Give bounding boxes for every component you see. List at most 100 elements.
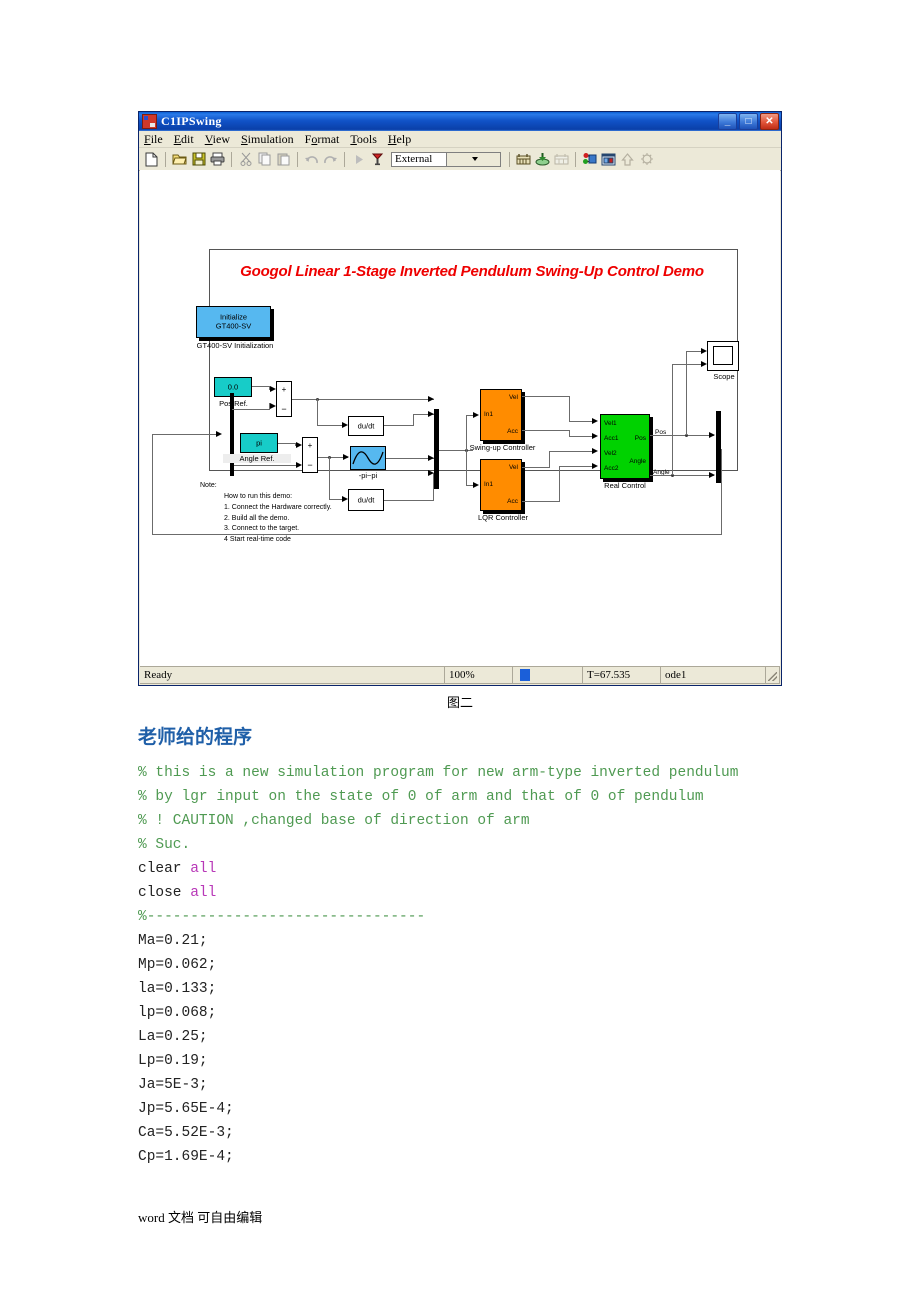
block-sum-angle[interactable]: + − xyxy=(302,437,318,473)
block-angle-ref[interactable]: pi xyxy=(240,433,278,453)
arrow xyxy=(342,496,348,502)
update-diagram-icon[interactable] xyxy=(515,151,532,168)
note-subheading: How to run this demo: xyxy=(224,492,293,500)
wire-seg xyxy=(549,451,550,468)
block-angle-ref-value: pi xyxy=(256,438,262,448)
stop-simulation-icon[interactable] xyxy=(369,151,386,168)
wire-swingup-vel xyxy=(522,396,570,397)
wire-seg xyxy=(686,351,702,352)
menu-edit[interactable]: Edit xyxy=(174,132,194,147)
block-derivative-2-text: du/dt xyxy=(357,495,375,505)
block-label-real-control: Real Control xyxy=(604,481,646,490)
bus-mid-mux[interactable] xyxy=(434,409,439,489)
wire-seg xyxy=(152,434,217,435)
block-derivative-2[interactable]: du/dt xyxy=(348,489,384,511)
help-target-icon[interactable] xyxy=(638,151,655,168)
wire-branch-deriv1 xyxy=(317,399,318,426)
code-line-5-stmt: clear xyxy=(138,861,191,877)
arrow xyxy=(701,348,707,354)
block-pos-ref-value: 0.0 xyxy=(227,382,239,392)
simulation-mode-select[interactable]: External xyxy=(391,151,501,167)
open-folder-icon[interactable] xyxy=(171,151,188,168)
arrow xyxy=(592,463,598,469)
block-derivative-1[interactable]: du/dt xyxy=(348,416,384,436)
code-line-5: clear all xyxy=(138,861,216,877)
sum-plus-sign: + xyxy=(281,385,287,394)
build-model-icon[interactable] xyxy=(534,151,551,168)
block-swingup-controller[interactable]: In1 Vel Acc xyxy=(480,389,522,441)
go-up-icon[interactable] xyxy=(619,151,636,168)
code-line-15: Jp=5.65E-4; xyxy=(138,1101,234,1117)
menu-tools[interactable]: Tools xyxy=(350,132,377,147)
wire-pos-out xyxy=(650,435,714,436)
undo-icon[interactable] xyxy=(303,151,320,168)
arrow xyxy=(343,454,349,460)
zoom-level: 100% xyxy=(445,667,513,684)
realcontrol-port-angle: Angle xyxy=(629,458,646,465)
wire-seg xyxy=(433,473,434,501)
realcontrol-port-vel1: Vel1 xyxy=(604,420,617,427)
chevron-down-icon[interactable] xyxy=(445,152,500,166)
toolbar-separator xyxy=(575,151,576,167)
block-scope[interactable] xyxy=(707,341,739,371)
toolbar-separator xyxy=(344,151,345,167)
debug-icon[interactable] xyxy=(553,151,570,168)
wire-seg xyxy=(672,364,702,365)
block-label-lqr-controller: LQR Controller xyxy=(477,513,529,522)
block-initialize-gt400sv[interactable]: Initialize GT400-SV xyxy=(196,306,271,338)
code-line-6-keyword: all xyxy=(190,885,217,901)
maximize-button[interactable]: □ xyxy=(739,113,758,130)
menu-simulation[interactable]: Simulation xyxy=(241,132,294,147)
block-real-control[interactable]: Vel1 Acc1 Vel2 Acc2 Pos Angle xyxy=(600,414,650,479)
menu-help[interactable]: Help xyxy=(388,132,411,147)
swingup-port-in1: In1 xyxy=(484,411,494,418)
resize-grip[interactable] xyxy=(766,667,780,684)
code-line-5-keyword: all xyxy=(190,861,217,877)
arrow xyxy=(592,433,598,439)
arrow xyxy=(592,418,598,424)
arrow xyxy=(296,442,302,448)
paste-icon[interactable] xyxy=(275,151,292,168)
wire-angle-out xyxy=(650,475,714,476)
redo-icon[interactable] xyxy=(322,151,339,168)
code-line-4: % Suc. xyxy=(138,837,191,853)
arrow xyxy=(473,412,479,418)
menu-view[interactable]: View xyxy=(205,132,230,147)
wire-swingup-acc xyxy=(522,430,570,431)
model-canvas[interactable]: www.wodocx.com Googol Linear 1-Stage Inv… xyxy=(140,170,780,666)
menu-format[interactable]: Format xyxy=(305,132,340,147)
progress-indicator xyxy=(513,667,583,684)
realcontrol-port-pos: Pos xyxy=(634,435,646,442)
library-browser-icon[interactable] xyxy=(581,151,598,168)
sum-minus-sign: − xyxy=(281,404,287,414)
wire-seg xyxy=(559,466,593,467)
window-titlebar[interactable]: C1IPSwing _ □ ✕ xyxy=(139,112,781,131)
save-icon[interactable] xyxy=(190,151,207,168)
note-step-1: 1. Connect the Hardware correctly. xyxy=(224,503,332,511)
block-wrap-pi[interactable] xyxy=(350,446,386,470)
wire-lqr-acc xyxy=(522,501,560,502)
block-sum-position[interactable]: + − xyxy=(276,381,292,417)
bus-left-demux[interactable] xyxy=(230,393,234,476)
copy-icon[interactable] xyxy=(256,151,273,168)
diagram-title: Googol Linear 1-Stage Inverted Pendulum … xyxy=(240,263,704,280)
new-model-icon[interactable] xyxy=(143,151,160,168)
wire-deriv1-out xyxy=(384,425,414,426)
block-initialize-text: Initialize GT400-SV xyxy=(215,312,252,331)
close-button[interactable]: ✕ xyxy=(760,113,779,130)
code-line-6-stmt: close xyxy=(138,885,191,901)
minimize-button[interactable]: _ xyxy=(718,113,737,130)
menu-file[interactable]: FFileile xyxy=(144,132,163,147)
cut-icon[interactable] xyxy=(237,151,254,168)
print-icon[interactable] xyxy=(209,151,226,168)
diagram-border xyxy=(209,249,738,471)
model-explorer-icon[interactable] xyxy=(600,151,617,168)
block-lqr-controller[interactable]: In1 Vel Acc xyxy=(480,459,522,511)
code-line-8: Ma=0.21; xyxy=(138,933,208,949)
wire-seg xyxy=(559,466,560,502)
start-simulation-icon[interactable] xyxy=(350,151,367,168)
simulink-model-icon xyxy=(142,114,157,129)
wire-lqr-vel xyxy=(522,467,550,468)
code-line-1: % this is a new simulation program for n… xyxy=(138,765,739,781)
realcontrol-port-vel2: Vel2 xyxy=(604,450,617,457)
